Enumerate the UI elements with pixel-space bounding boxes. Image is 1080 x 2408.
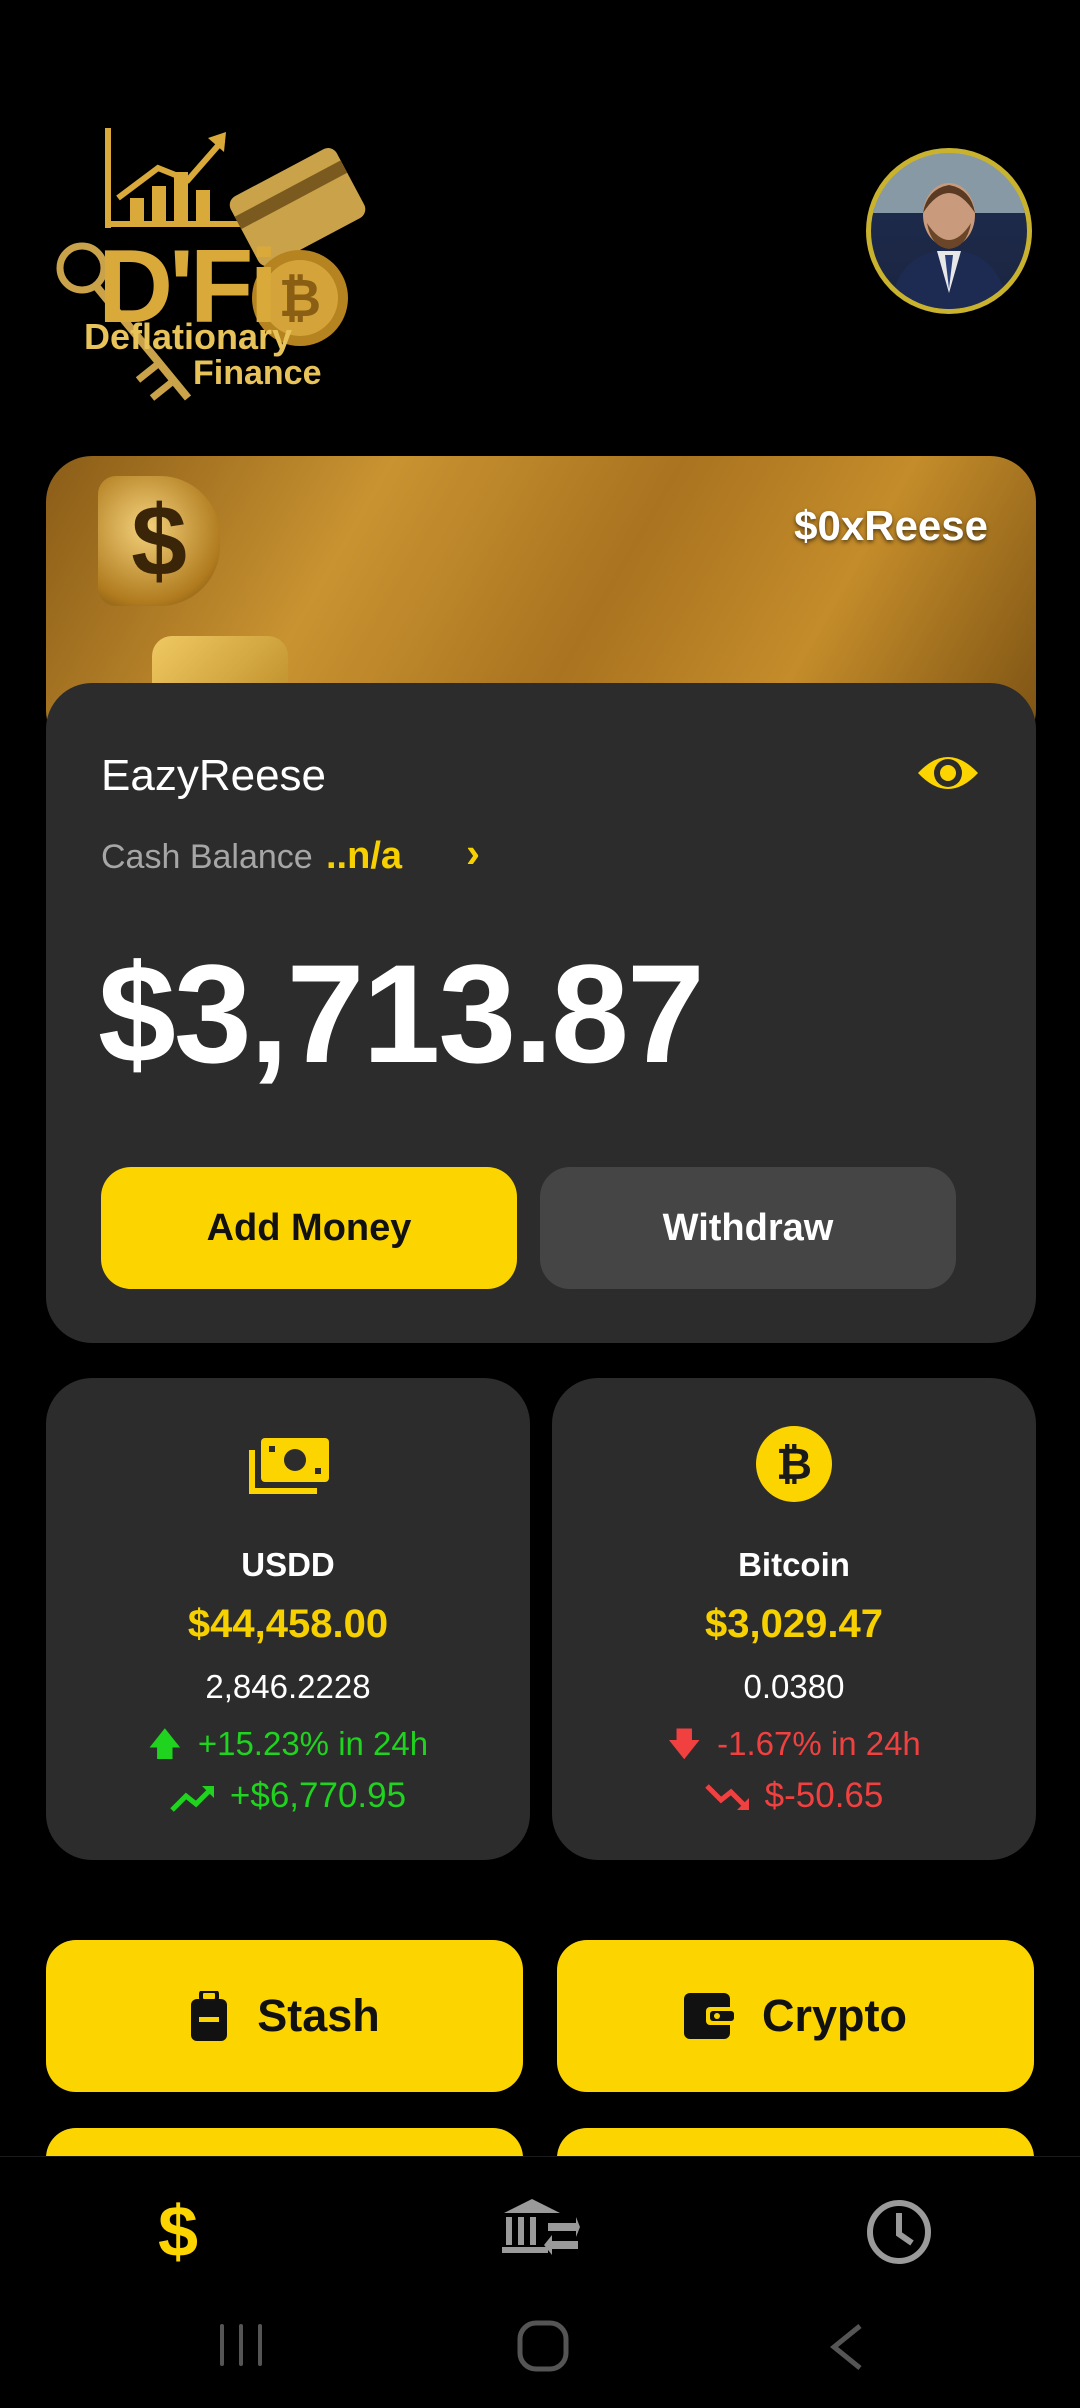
card-handle: $0xReese [794,502,988,549]
bottom-nav: $ [0,2156,1080,2287]
cash-icon [249,1438,329,1494]
arrow-up-icon: 🡅 [147,1725,182,1762]
chevron-right-icon[interactable]: › [466,829,480,877]
asset-pct-change-text: +15.23% in 24h [197,1725,429,1762]
dfi-logo: ₿ D'Fi Deflationary Finance [48,128,368,418]
asset-tile-usdd[interactable]: USDD $44,458.00 2,846.2228 🡅 +15.23% in 2… [46,1378,530,1860]
more-button-peek[interactable] [46,2128,523,2158]
asset-pct-change: 🡇 -1.67% in 24h [552,1720,1036,1776]
asset-usd-value: $3,029.47 [705,1602,883,1646]
person-photo-icon [871,153,1027,309]
asset-pct-change: 🡅 +15.23% in 24h [46,1720,530,1776]
bitcoin-icon: ₿ [756,1426,832,1502]
bank-transfer-icon[interactable] [500,2197,580,2259]
arrow-down-icon: 🡇 [667,1725,702,1762]
more-button-peek[interactable] [557,2128,1034,2158]
backpack-icon [191,1991,228,2041]
trending-down-icon [704,1783,749,1810]
stash-button[interactable]: Stash [46,1940,523,2092]
withdraw-button[interactable]: Withdraw [540,1167,956,1289]
asset-value-change: $-50.65 [552,1776,1036,1816]
stash-button-label: Stash [257,1990,380,2041]
history-clock-icon[interactable] [866,2199,932,2265]
system-nav-bar [0,2286,1080,2408]
balance-panel: EazyReese Cash Balance ..n/a › $3,713.87… [46,683,1036,1343]
cash-balance-label: Cash Balance [101,838,313,876]
logo-subtitle-2: Finance [193,354,322,392]
asset-name: USDD [241,1546,335,1583]
asset-tile-bitcoin[interactable]: ₿ Bitcoin $3,029.47 0.0380 🡇 -1.67% in 24… [552,1378,1036,1860]
back-icon[interactable] [826,2322,866,2372]
asset-amount: 2,846.2228 [205,1668,371,1705]
asset-usd-value: $44,458.00 [187,1602,389,1646]
crypto-button-label: Crypto [762,1990,907,2041]
add-money-button[interactable]: Add Money [101,1167,517,1289]
asset-amount: 0.0380 [743,1668,845,1705]
profile-avatar[interactable] [866,148,1032,314]
asset-name: Bitcoin [738,1546,850,1583]
home-icon[interactable] [517,2320,569,2372]
recent-apps-icon[interactable] [218,2322,264,2368]
dollar-icon[interactable]: $ [158,2191,198,2273]
account-username: EazyReese [101,751,327,800]
total-balance: $3,713.87 [98,935,705,1092]
cash-balance-value[interactable]: ..n/a [326,835,402,878]
trending-up-icon [170,1785,214,1812]
eye-visibility-icon[interactable] [916,747,980,799]
logo-subtitle-1: Deflationary [84,316,293,357]
crypto-button[interactable]: Crypto [557,1940,1034,2092]
asset-pct-change-text: -1.67% in 24h [717,1725,921,1762]
asset-value-change-text: +$6,770.95 [229,1776,407,1815]
asset-value-change-text: $-50.65 [764,1776,884,1815]
svg-text:₿: ₿ [776,1439,812,1490]
asset-value-change: +$6,770.95 [46,1776,530,1816]
wallet-icon [684,1993,734,2039]
dollar-coin-icon: $ [98,476,220,606]
